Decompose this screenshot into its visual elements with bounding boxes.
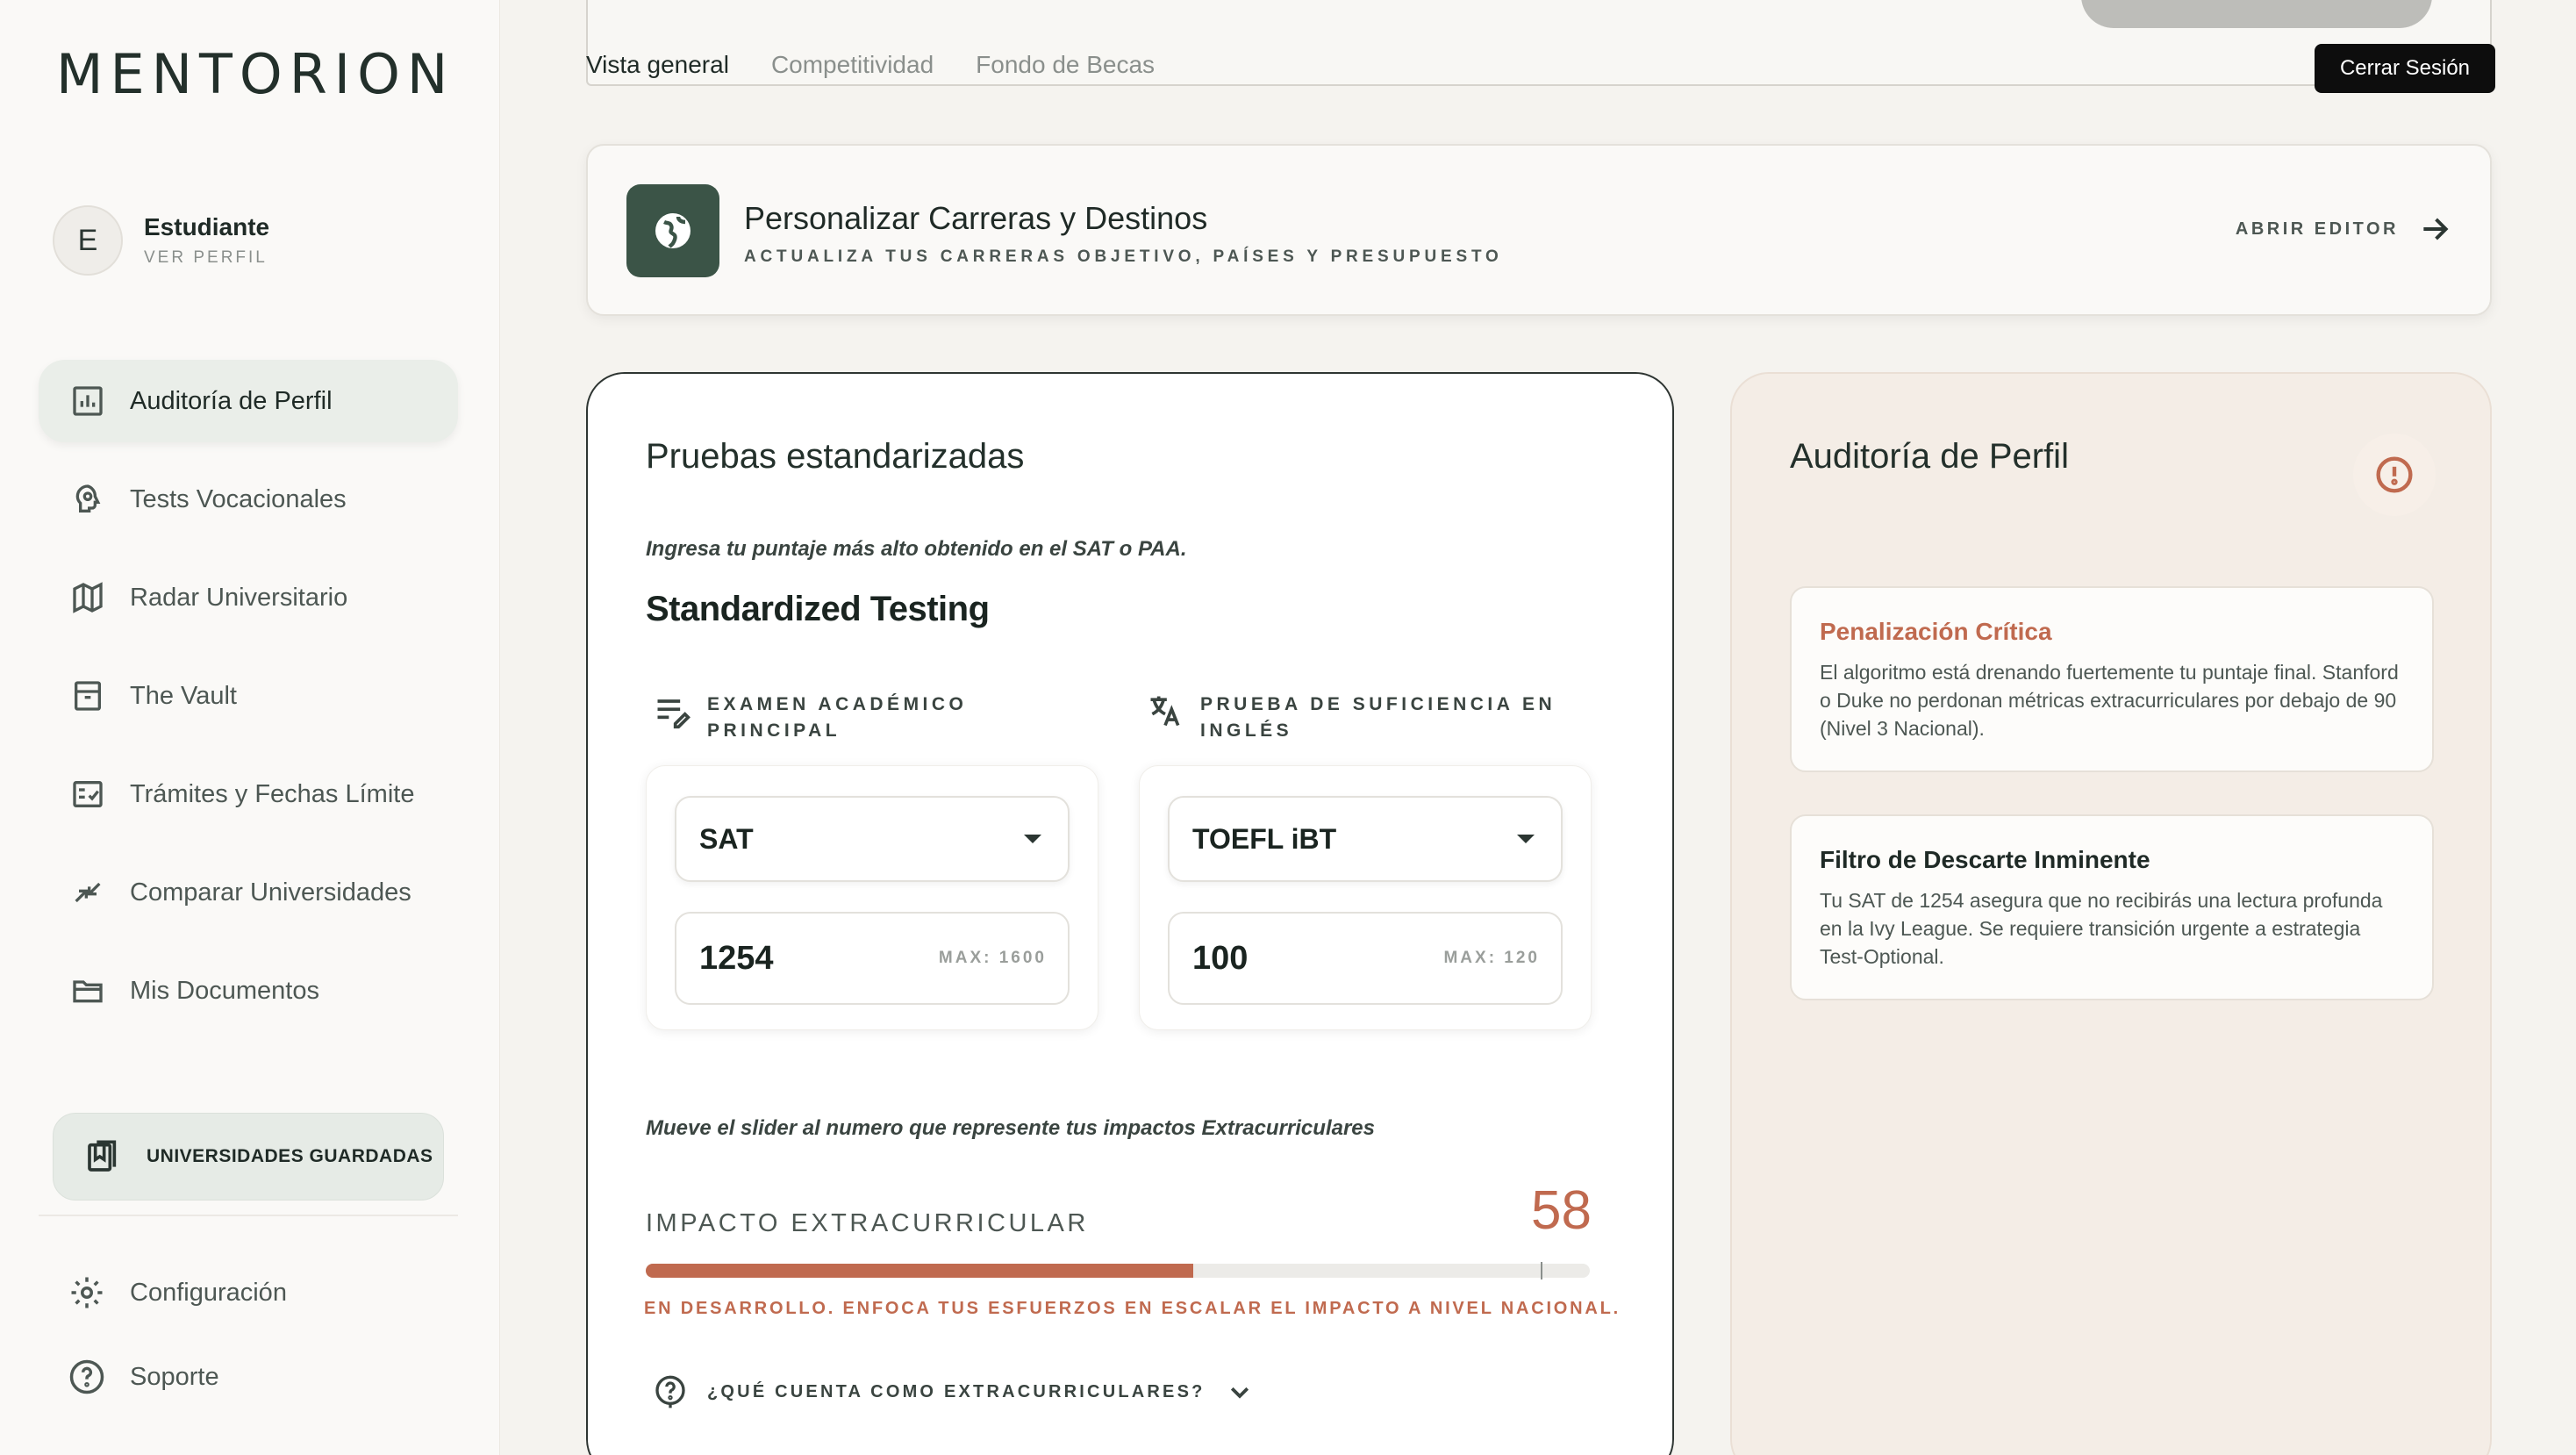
view-profile-link[interactable]: VER PERFIL	[144, 248, 269, 268]
sidebar-item-the-vault[interactable]: The Vault	[39, 655, 458, 737]
help-icon	[655, 1375, 685, 1408]
sidebar-item-deadlines[interactable]: Trámites y Fechas Límite	[39, 753, 458, 835]
extracurricular-slider[interactable]	[646, 1264, 1590, 1278]
sidebar: MENTORION E Estudiante VER PERFIL Audito…	[0, 0, 500, 1455]
open-editor-label: ABRIR EDITOR	[2235, 219, 2399, 239]
logout-button[interactable]: Cerrar Sesión	[2315, 44, 2495, 93]
english-label-line1: PRUEBA DE SUFICIENCIA EN	[1200, 694, 1556, 714]
dropdown-caret-icon	[1024, 835, 1041, 843]
academic-exam-value: SAT	[699, 822, 754, 855]
dropdown-caret-icon	[1517, 835, 1535, 843]
tab-competitiveness[interactable]: Competitividad	[771, 51, 934, 79]
profile-name: Estudiante	[144, 213, 270, 240]
english-score-max: MAX: 120	[1443, 949, 1540, 967]
sidebar-item-label: Trámites y Fechas Límite	[130, 779, 415, 808]
warning-title: Penalización Crítica	[1820, 618, 2052, 645]
sidebar-item-label: Comparar Universidades	[130, 878, 411, 907]
profile-audit-card: Auditoría de Perfil Penalización Crítica…	[1730, 372, 2492, 1455]
edit-notes-icon	[657, 699, 691, 729]
checklist-icon	[68, 775, 107, 814]
english-test-select[interactable]: TOEFL iBT	[1168, 796, 1563, 882]
english-test-label: PRUEBA DE SUFICIENCIA EN INGLÉS	[1146, 692, 1556, 744]
slider-label: IMPACTO EXTRACURRICULAR	[646, 1209, 1089, 1237]
academic-exam-panel: SAT 1254 MAX: 1600	[646, 765, 1098, 1030]
sidebar-item-compare-universities[interactable]: Comparar Universidades	[39, 851, 458, 934]
avatar[interactable]: E	[53, 205, 123, 276]
sidebar-item-university-radar[interactable]: Radar Universitario	[39, 556, 458, 639]
sidebar-item-label: Soporte	[130, 1362, 219, 1391]
top-bar: Vista general Competitividad Fondo de Be…	[500, 0, 2576, 140]
compare-arrows-icon	[68, 873, 107, 912]
sidebar-item-label: Auditoría de Perfil	[130, 386, 333, 415]
academic-exam-label: EXAMEN ACADÉMICO PRINCIPAL	[653, 692, 967, 744]
sidebar-item-profile-audit[interactable]: Auditoría de Perfil	[39, 360, 458, 442]
sidebar-item-label: Radar Universitario	[130, 583, 348, 612]
profile-summary[interactable]: E Estudiante VER PERFIL	[53, 205, 269, 276]
saved-universities-label: UNIVERSIDADES GUARDADAS	[147, 1146, 433, 1166]
sidebar-item-label: Configuración	[130, 1278, 287, 1307]
sidebar-divider	[39, 1215, 458, 1216]
standardized-tests-card: Pruebas estandarizadas Ingresa tu puntaj…	[586, 372, 1674, 1455]
app-logo[interactable]: MENTORION	[56, 42, 454, 106]
help-icon	[69, 1359, 104, 1394]
slider-message: EN DESARROLLO. ENFOCA TUS ESFUERZOS EN E…	[644, 1299, 1621, 1318]
gear-icon	[71, 1277, 103, 1308]
tests-hint: Ingresa tu puntaje más alto obtenido en …	[646, 537, 1187, 561]
alert-icon[interactable]	[2353, 434, 2436, 516]
warning-body: El algoritmo está drenando fuertemente t…	[1820, 661, 2399, 740]
warning-card: Penalización Crítica El algoritmo está d…	[1790, 586, 2434, 772]
english-score-input[interactable]: 100 MAX: 120	[1168, 912, 1563, 1005]
faq-label: ¿QUÉ CUENTA COMO EXTRACURRICULARES?	[707, 1381, 1206, 1401]
extracurricular-faq-toggle[interactable]: ¿QUÉ CUENTA COMO EXTRACURRICULARES?	[653, 1374, 1253, 1409]
tab-scholarship-fund[interactable]: Fondo de Becas	[976, 51, 1155, 79]
personalize-card[interactable]: Personalizar Carreras y Destinos ACTUALI…	[586, 144, 2492, 316]
warning-card: Filtro de Descarte Inminente Tu SAT de 1…	[1790, 814, 2434, 1000]
english-label-line2: INGLÉS	[1200, 720, 1293, 741]
sidebar-item-label: Mis Documentos	[130, 976, 319, 1005]
saved-universities-button[interactable]: UNIVERSIDADES GUARDADAS	[53, 1113, 444, 1201]
warning-body: Tu SAT de 1254 asegura que no recibirás …	[1820, 889, 2383, 968]
tests-heading: Standardized Testing	[646, 590, 990, 628]
slider-value: 58	[1531, 1180, 1592, 1241]
academic-score-input[interactable]: 1254 MAX: 1600	[675, 912, 1070, 1005]
academic-exam-select[interactable]: SAT	[675, 796, 1070, 882]
english-test-panel: TOEFL iBT 100 MAX: 120	[1139, 765, 1592, 1030]
archive-icon	[68, 677, 107, 715]
english-score-value: 100	[1192, 939, 1249, 977]
card-title: Pruebas estandarizadas	[646, 437, 1025, 476]
globe-icon	[626, 184, 719, 277]
map-icon	[68, 578, 107, 617]
card-title: Auditoría de Perfil	[1790, 437, 2069, 476]
arrow-right-icon	[2423, 218, 2449, 240]
translate-icon	[1150, 696, 1180, 727]
slider-hint: Mueve el slider al numero que represente…	[646, 1116, 1375, 1140]
academic-label-line1: EXAMEN ACADÉMICO	[707, 694, 968, 714]
chart-icon	[68, 382, 107, 420]
sidebar-item-settings[interactable]: Configuración	[68, 1274, 454, 1311]
sidebar-nav: Auditoría de Perfil Tests Vocacionales R…	[39, 360, 458, 1048]
warning-title: Filtro de Descarte Inminente	[1820, 846, 2150, 873]
chevron-down-icon	[1230, 1387, 1249, 1399]
slider-target-tick	[1541, 1262, 1542, 1279]
search-button[interactable]	[2081, 0, 2432, 28]
sidebar-item-my-documents[interactable]: Mis Documentos	[39, 950, 458, 1032]
personalize-title: Personalizar Carreras y Destinos	[744, 200, 1208, 236]
personalize-subtitle: ACTUALIZA TUS CARRERAS OBJETIVO, PAÍSES …	[744, 247, 1503, 266]
english-test-value: TOEFL iBT	[1192, 822, 1337, 855]
sidebar-item-support[interactable]: Soporte	[68, 1358, 454, 1395]
academic-label-line2: PRINCIPAL	[707, 720, 841, 741]
academic-score-max: MAX: 1600	[938, 949, 1047, 967]
tab-bar: Vista general Competitividad Fondo de Be…	[586, 51, 1155, 79]
open-editor-button[interactable]: ABRIR EDITOR	[2236, 212, 2451, 246]
academic-score-value: 1254	[699, 939, 774, 977]
bookmark-icon	[88, 1140, 117, 1172]
sidebar-item-label: The Vault	[130, 681, 237, 710]
folder-icon	[68, 971, 107, 1010]
brain-icon	[68, 480, 107, 519]
sidebar-item-vocational-tests[interactable]: Tests Vocacionales	[39, 458, 458, 541]
sidebar-item-label: Tests Vocacionales	[130, 484, 347, 513]
slider-fill[interactable]	[646, 1264, 1194, 1278]
tab-overview[interactable]: Vista general	[586, 51, 729, 79]
